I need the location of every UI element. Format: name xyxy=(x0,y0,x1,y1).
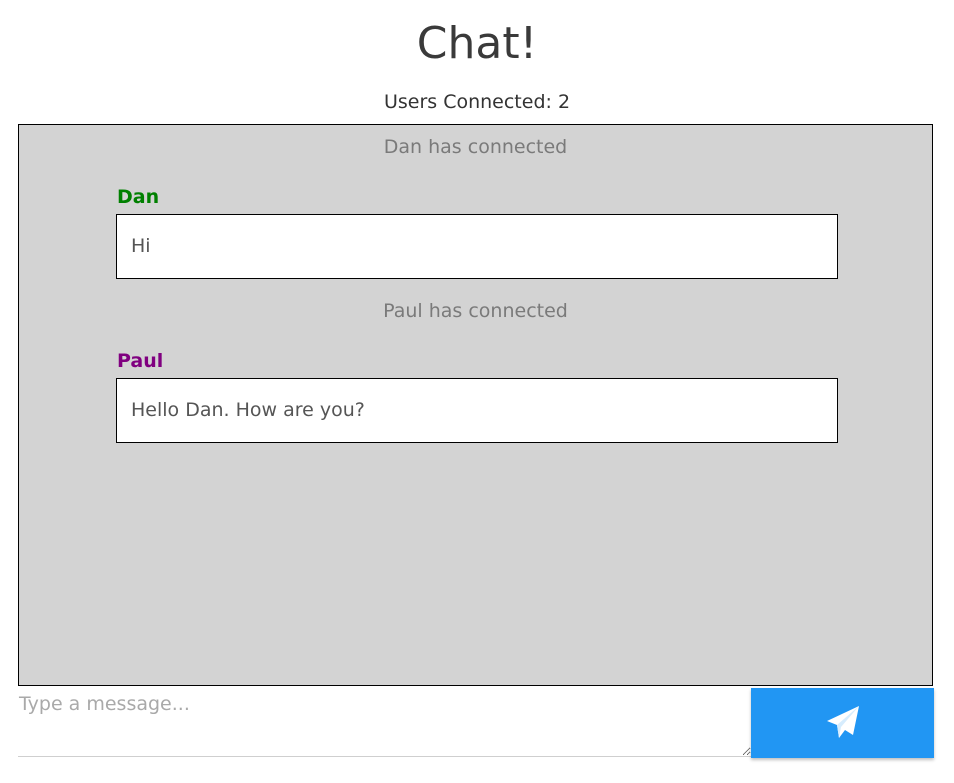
message-bubble: Hi xyxy=(116,214,838,279)
system-message: Dan has connected xyxy=(383,136,568,158)
chat-page: Chat! Users Connected: 2 Dan has connect… xyxy=(0,0,954,783)
message-author: Paul xyxy=(117,350,164,372)
paper-plane-icon xyxy=(826,706,859,738)
users-connected-count: Users Connected: 2 xyxy=(383,91,571,113)
message-bubble: Hello Dan. How are you? xyxy=(116,378,838,443)
send-button[interactable] xyxy=(751,688,934,758)
message-list[interactable]: Dan has connected Dan Hi Paul has connec… xyxy=(18,124,933,686)
message-author: Dan xyxy=(117,186,160,208)
message-input[interactable] xyxy=(18,687,751,757)
system-message: Paul has connected xyxy=(383,300,568,322)
page-title: Chat! xyxy=(416,18,538,69)
